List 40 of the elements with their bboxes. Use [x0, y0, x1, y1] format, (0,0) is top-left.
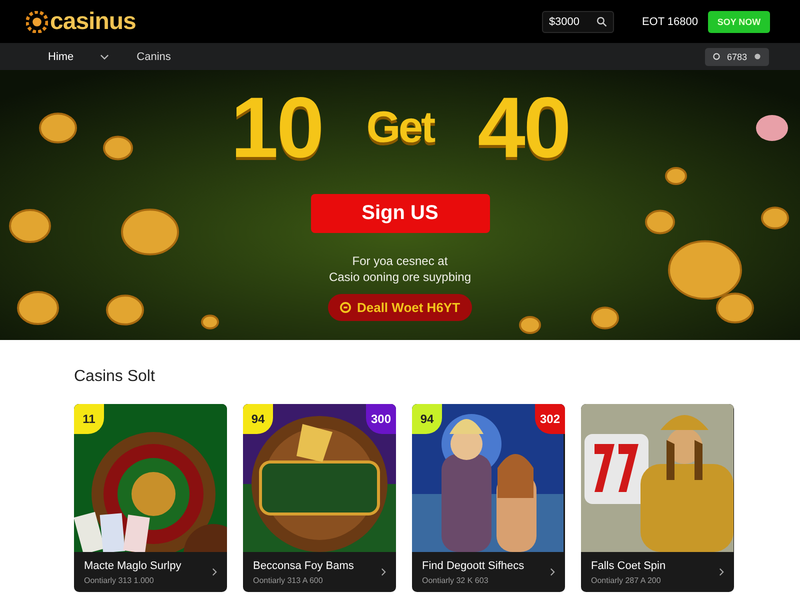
card-subtitle: Oontiarly 313 A 600 — [253, 576, 324, 584]
chevron-right-icon — [381, 568, 386, 576]
game-card[interactable]: 94 302 Find Degoott Sifhecs Oontiarly 32 K 603 — [412, 404, 565, 592]
section-title: Casins Solt — [74, 368, 156, 386]
account-pill[interactable]: 6783 — [704, 48, 769, 66]
card-title: Falls Coet Spin — [591, 560, 666, 572]
card-subtitle: Oontiarly 287 A 200 — [591, 576, 662, 584]
search-icon — [596, 16, 607, 27]
nav-link[interactable]: Canins — [136, 50, 171, 62]
badge: 302 — [535, 404, 565, 434]
card-subtitle: Oontiarly 313 1.000 — [84, 576, 155, 584]
logo-text: casinus — [50, 8, 136, 36]
headline-text: 10 — [230, 78, 322, 178]
deal-button[interactable]: Deall Woet H6YT — [328, 294, 472, 321]
chevron-right-icon — [550, 568, 555, 576]
dot-icon — [754, 53, 761, 60]
headline-text: 40 — [478, 78, 570, 178]
nav-link[interactable]: Hime — [48, 50, 74, 62]
card-title: Find Degoott Sifhecs — [422, 560, 524, 572]
card-subtitle: Oontiarly 32 K 603 — [422, 576, 490, 584]
badge: 94 — [412, 404, 442, 434]
badge: 94 — [243, 404, 273, 434]
circle-icon — [340, 302, 351, 313]
account-text: 6783 — [726, 52, 747, 62]
chevron-right-icon — [212, 568, 217, 576]
badge: 300 — [366, 404, 396, 434]
game-card[interactable]: 11 Macte Maglo Surlpy Oontiarly 313 1.000 — [74, 404, 227, 592]
search-field[interactable]: $3000 — [542, 10, 614, 32]
gear-icon — [26, 10, 48, 32]
headline-text: Get — [366, 103, 434, 153]
badge: 11 — [74, 404, 104, 434]
game-card[interactable]: 94 300 Becconsa Foy Bams Oontiarly 313 A 600 — [243, 404, 396, 592]
card-title: Macte Maglo Surlpy — [84, 560, 182, 572]
hero-text: For yoa cesnec at Casio ooning ore suypbing — [328, 253, 472, 285]
balance-text: EOT 16800 — [642, 16, 698, 28]
sign-up-button[interactable]: Sign US — [310, 194, 490, 233]
chevron-right-icon — [719, 568, 724, 576]
game-card[interactable]: Falls Coet Spin Oontiarly 287 A 200 — [581, 404, 734, 592]
ring-icon — [712, 53, 720, 60]
card-title: Becconsa Foy Bams — [253, 560, 354, 572]
